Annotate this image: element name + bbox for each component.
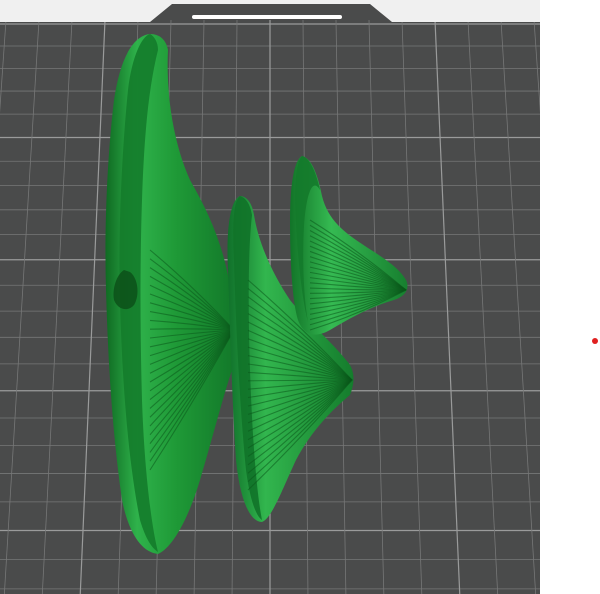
slicer-window <box>0 0 600 594</box>
build-plate-scene[interactable] <box>0 0 540 594</box>
bed-notch-slot <box>192 15 342 19</box>
axis-origin-dot-icon <box>592 338 598 344</box>
side-panel <box>540 0 600 594</box>
3d-viewport[interactable] <box>0 0 540 594</box>
